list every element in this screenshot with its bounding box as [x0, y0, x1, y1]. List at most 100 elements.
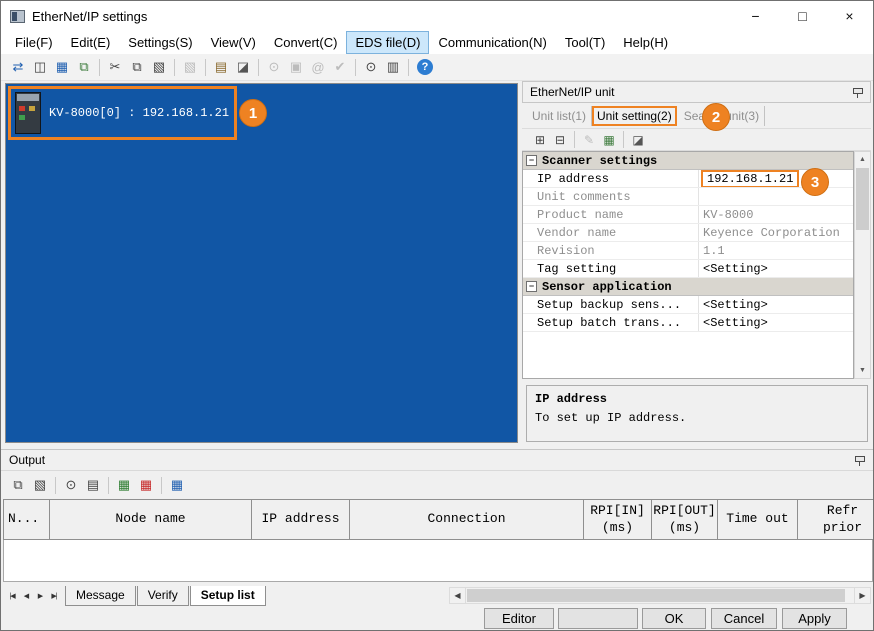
scroll-left-icon[interactable]: ◀: [450, 588, 466, 603]
pin-icon[interactable]: [854, 454, 865, 467]
property-value[interactable]: KV-8000: [699, 206, 853, 223]
monitor-icon[interactable]: ◫: [29, 57, 51, 78]
unit-editor-icon[interactable]: ▤: [210, 57, 232, 78]
menu-help-h[interactable]: Help(H): [614, 31, 677, 54]
window-title: EtherNet/IP settings: [32, 9, 147, 24]
ok-button[interactable]: OK: [642, 608, 706, 629]
toolbar-separator: [574, 131, 575, 148]
transfer-table-icon[interactable]: ▦: [166, 475, 188, 496]
pin-icon[interactable]: [852, 86, 863, 99]
scroll-right-icon[interactable]: ▶: [854, 588, 870, 603]
export-icon[interactable]: ▤: [82, 475, 104, 496]
copy-icon[interactable]: ⧉: [7, 475, 29, 496]
toolbar-separator: [258, 59, 259, 76]
property-value[interactable]: 192.168.1.21: [699, 170, 853, 187]
property-value[interactable]: Keyence Corporation: [699, 224, 853, 241]
cancel-button[interactable]: Cancel: [711, 608, 777, 629]
copy-config-icon[interactable]: ⧉: [73, 57, 95, 78]
group-scanner-settings[interactable]: −Scanner settings: [523, 152, 853, 170]
prev-tab-button[interactable]: ◀: [19, 588, 33, 604]
scrollbar-thumb[interactable]: [467, 589, 845, 602]
apply-button[interactable]: Apply: [782, 608, 847, 629]
toolbar-separator: [355, 59, 356, 76]
tab-nav: |◀◀▶▶|: [5, 588, 61, 604]
property-value-text: 1.1: [703, 244, 725, 258]
property-row-product-name[interactable]: Product nameKV-8000: [523, 206, 853, 224]
property-value[interactable]: <Setting>: [699, 260, 853, 277]
last-tab-button[interactable]: ▶|: [47, 588, 61, 604]
collapse-icon[interactable]: −: [526, 281, 537, 292]
property-row-tag-setting[interactable]: Tag setting<Setting>: [523, 260, 853, 278]
cut-icon[interactable]: ✂: [104, 57, 126, 78]
bottom-bar: |◀◀▶▶| MessageVerifySetup list ◀ ▶: [1, 583, 873, 608]
vertical-scrollbar[interactable]: ▲ ▼: [854, 151, 871, 379]
tab-unit-setting-2[interactable]: Unit setting(2): [592, 106, 677, 126]
tab-unit-list-1[interactable]: Unit list(1): [527, 106, 592, 126]
secondary-button[interactable]: [558, 608, 638, 629]
menu-settings-s[interactable]: Settings(S): [119, 31, 201, 54]
property-value[interactable]: 1.1: [699, 242, 853, 259]
network-view[interactable]: KV-8000[0] : 192.168.1.21: [5, 83, 518, 443]
find-icon[interactable]: ⊙: [60, 475, 82, 496]
menu-edit-e[interactable]: Edit(E): [62, 31, 120, 54]
property-value[interactable]: [699, 188, 853, 205]
eraser-icon[interactable]: ◪: [232, 57, 254, 78]
title-bar[interactable]: EtherNet/IP settings − □ ×: [1, 1, 873, 31]
annotation-badge-3: 3: [801, 168, 829, 196]
toolbar-separator: [161, 477, 162, 494]
property-label: Unit comments: [523, 188, 699, 205]
expand-items-icon[interactable]: ⊞: [530, 131, 550, 149]
menu-communication-n[interactable]: Communication(N): [429, 31, 555, 54]
unit-list-icon[interactable]: ▥: [382, 57, 404, 78]
tab-verify[interactable]: Verify: [137, 586, 189, 606]
paste-icon[interactable]: ▧: [148, 57, 170, 78]
property-row-revision[interactable]: Revision 1.1: [523, 242, 853, 260]
menu-file-f[interactable]: File(F): [6, 31, 62, 54]
first-tab-button[interactable]: |◀: [5, 588, 19, 604]
group-sensor-application[interactable]: −Sensor application: [523, 278, 853, 296]
column-n: N...: [4, 499, 50, 540]
collapse-items-icon[interactable]: ⊟: [550, 131, 570, 149]
editor-button[interactable]: Editor: [484, 608, 554, 629]
unit-panel: EtherNet/IP unit Unit list(1)Unit settin…: [522, 81, 871, 449]
toolbar-separator: [174, 59, 175, 76]
toolbar-separator: [623, 131, 624, 148]
scroll-down-icon[interactable]: ▼: [855, 363, 870, 378]
scrollbar-thumb[interactable]: [856, 168, 869, 230]
horizontal-scrollbar[interactable]: ◀ ▶: [449, 587, 871, 604]
check-table-icon[interactable]: ▦: [113, 475, 135, 496]
property-row-setup-backup-sens[interactable]: Setup backup sens...<Setting>: [523, 296, 853, 314]
clear-icon[interactable]: ◪: [628, 131, 648, 149]
collapse-icon[interactable]: −: [526, 155, 537, 166]
transfer-to-unit-icon[interactable]: ⇄: [7, 57, 29, 78]
unit-image-icon[interactable]: ▦: [599, 131, 619, 149]
column-node-name: Node name: [50, 499, 252, 540]
property-row-setup-batch-trans[interactable]: Setup batch trans...<Setting>: [523, 314, 853, 332]
close-button[interactable]: ×: [826, 1, 873, 31]
main-toolbar: ⇄◫▦⧉✂⧉▧▧▤◪⊙▣@✔⊙▥?: [1, 54, 873, 81]
maximize-button[interactable]: □: [779, 1, 826, 31]
help-icon[interactable]: ?: [417, 59, 433, 75]
tab-setup-list[interactable]: Setup list: [190, 586, 266, 606]
property-label: Revision: [523, 242, 699, 259]
error-table-icon[interactable]: ▦: [135, 475, 157, 496]
minimize-button[interactable]: −: [732, 1, 779, 31]
paste-icon[interactable]: ▧: [29, 475, 51, 496]
next-tab-button[interactable]: ▶: [33, 588, 47, 604]
tab-message[interactable]: Message: [65, 586, 136, 606]
property-value[interactable]: <Setting>: [699, 314, 853, 331]
menu-convert-c[interactable]: Convert(C): [265, 31, 347, 54]
property-row-vendor-name[interactable]: Vendor nameKeyence Corporation: [523, 224, 853, 242]
scroll-up-icon[interactable]: ▲: [855, 152, 870, 167]
output-table-body[interactable]: [3, 540, 873, 582]
device-item[interactable]: KV-8000[0] : 192.168.1.21: [8, 86, 237, 140]
property-value[interactable]: <Setting>: [699, 296, 853, 313]
menu-tool-t[interactable]: Tool(T): [556, 31, 614, 54]
copy-icon[interactable]: ⧉: [126, 57, 148, 78]
property-label: Setup batch trans...: [523, 314, 699, 331]
menu-view-v[interactable]: View(V): [202, 31, 265, 54]
unit-config-icon[interactable]: ▦: [51, 57, 73, 78]
search-unit-icon[interactable]: ⊙: [360, 57, 382, 78]
menu-eds-file-d[interactable]: EDS file(D): [346, 31, 429, 54]
output-panel-header: Output: [1, 449, 873, 471]
